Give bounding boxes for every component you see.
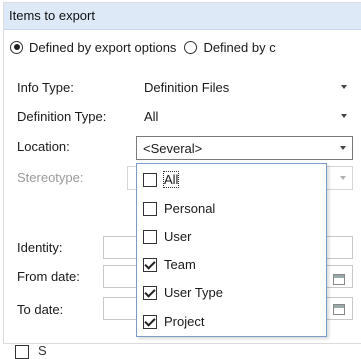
option-label: Team <box>164 257 196 273</box>
bottom-option-label: S <box>38 343 47 358</box>
location-combo[interactable]: <Several> <box>136 136 353 160</box>
export-mode-radio-group: Defined by export options Defined by c <box>10 38 284 55</box>
option-label: Project <box>164 314 205 330</box>
checkbox-icon[interactable] <box>143 172 157 187</box>
checkbox-icon[interactable] <box>143 201 157 216</box>
info-type-combo[interactable]: Definition Files <box>138 76 353 100</box>
chevron-down-icon[interactable] <box>341 114 347 118</box>
radio-selected-icon[interactable] <box>10 40 23 54</box>
definition-type-value: All <box>144 109 159 124</box>
option-label: All <box>162 171 180 189</box>
location-value: <Several> <box>143 141 203 156</box>
info-type-value: Definition Files <box>144 80 230 95</box>
definition-type-label: Definition Type: <box>17 109 107 124</box>
location-option-personal[interactable]: Personal <box>143 200 215 222</box>
location-dropdown-list: All Personal User Team User Type Project <box>136 163 327 337</box>
location-option-team[interactable]: Team <box>143 256 196 278</box>
option-label: Personal <box>164 201 216 217</box>
calendar-icon[interactable] <box>333 304 345 315</box>
checkbox-icon[interactable] <box>143 229 157 244</box>
location-option-all[interactable]: All <box>143 171 180 193</box>
from-date-label: From date: <box>17 269 80 284</box>
chevron-down-icon[interactable] <box>340 146 346 150</box>
location-option-user[interactable]: User <box>143 228 191 250</box>
option-label: User Type <box>164 285 224 301</box>
chevron-down-icon <box>340 176 346 180</box>
checkbox-checked-icon[interactable] <box>143 314 157 329</box>
radio-label: Defined by c <box>203 39 276 55</box>
radio-label: Defined by export options <box>29 39 177 55</box>
definition-type-combo[interactable]: All <box>138 105 353 129</box>
location-option-user-type[interactable]: User Type <box>143 284 223 306</box>
radio-defined-by-export-options[interactable]: Defined by export options <box>10 39 184 55</box>
chevron-down-icon[interactable] <box>341 85 347 89</box>
location-option-project[interactable]: Project <box>143 313 204 335</box>
stereotype-label: Stereotype: <box>17 170 84 185</box>
group-title: Items to export <box>9 8 95 23</box>
checkbox-icon[interactable] <box>15 345 29 359</box>
checkbox-checked-icon[interactable] <box>143 285 157 300</box>
identity-label: Identity: <box>17 240 63 255</box>
option-label: User <box>164 229 192 245</box>
checkbox-checked-icon[interactable] <box>143 257 157 272</box>
radio-defined-by-c[interactable]: Defined by c <box>184 39 283 55</box>
to-date-label: To date: <box>17 302 64 317</box>
group-header: Items to export <box>4 3 361 30</box>
info-type-label: Info Type: <box>17 80 74 95</box>
location-label: Location: <box>17 139 70 154</box>
radio-unselected-icon[interactable] <box>184 40 198 54</box>
calendar-icon[interactable] <box>333 274 345 285</box>
